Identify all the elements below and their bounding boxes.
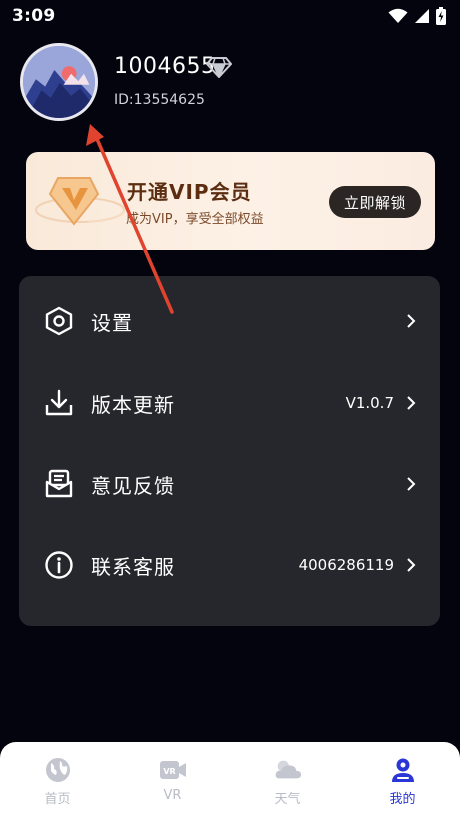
user-id: ID:13554625 xyxy=(114,92,205,108)
menu-label-settings: 设置 xyxy=(91,310,133,335)
wifi-icon xyxy=(388,8,408,24)
weather-cloud-icon xyxy=(274,756,302,784)
signal-icon xyxy=(414,8,430,24)
feedback-inbox-icon xyxy=(43,468,75,500)
username: 1004655 xyxy=(114,54,216,79)
nav-label-home: 首页 xyxy=(44,792,71,807)
avatar-image xyxy=(23,46,95,118)
svg-text:VR: VR xyxy=(163,767,175,776)
bottom-nav: 首页 VR VR 天气 我的 xyxy=(0,742,460,818)
menu-item-feedback[interactable]: 意见反馈 xyxy=(19,444,440,524)
vip-subtitle: 成为VIP，享受全部权益 xyxy=(126,212,264,227)
version-number: V1.0.7 xyxy=(345,394,394,412)
menu-item-version-update[interactable]: 版本更新 V1.0.7 xyxy=(19,363,440,443)
menu-item-settings[interactable]: 设置 xyxy=(19,281,440,361)
globe-icon xyxy=(44,756,72,784)
menu-label-customer-service: 联系客服 xyxy=(91,554,175,579)
vip-card[interactable]: 开通VIP会员 成为VIP，享受全部权益 立即解锁 xyxy=(26,152,435,250)
chevron-right-icon xyxy=(404,395,418,411)
menu-item-customer-service[interactable]: 联系客服 4006286119 xyxy=(19,525,440,605)
avatar[interactable] xyxy=(20,43,98,121)
download-icon xyxy=(43,387,75,419)
vip-title: 开通VIP会员 xyxy=(127,180,252,204)
menu-label-feedback: 意见反馈 xyxy=(91,473,175,498)
status-bar: 3:09 xyxy=(0,0,460,32)
vr-camera-icon: VR xyxy=(159,756,187,784)
nav-item-mine[interactable]: 我的 xyxy=(345,742,460,818)
info-icon xyxy=(43,549,75,581)
diamond-icon xyxy=(205,56,233,79)
menu-card: 设置 版本更新 V1.0.7 意见反馈 联系客服 4006286119 xyxy=(19,276,440,626)
nav-item-vr[interactable]: VR VR xyxy=(115,742,230,818)
chevron-right-icon xyxy=(404,476,418,492)
chevron-right-icon xyxy=(404,313,418,329)
unlock-vip-button[interactable]: 立即解锁 xyxy=(329,186,421,218)
settings-hexagon-icon xyxy=(43,305,75,337)
service-phone-number: 4006286119 xyxy=(298,556,394,574)
nav-label-vr: VR xyxy=(163,788,182,803)
status-icons xyxy=(388,7,446,25)
nav-item-home[interactable]: 首页 xyxy=(0,742,115,818)
nav-label-weather: 天气 xyxy=(274,792,301,807)
user-icon xyxy=(389,756,417,784)
status-time: 3:09 xyxy=(12,6,56,26)
nav-item-weather[interactable]: 天气 xyxy=(230,742,345,818)
chevron-right-icon xyxy=(404,557,418,573)
menu-label-version-update: 版本更新 xyxy=(91,392,175,417)
battery-charging-icon xyxy=(436,7,446,25)
nav-label-mine: 我的 xyxy=(389,792,416,807)
